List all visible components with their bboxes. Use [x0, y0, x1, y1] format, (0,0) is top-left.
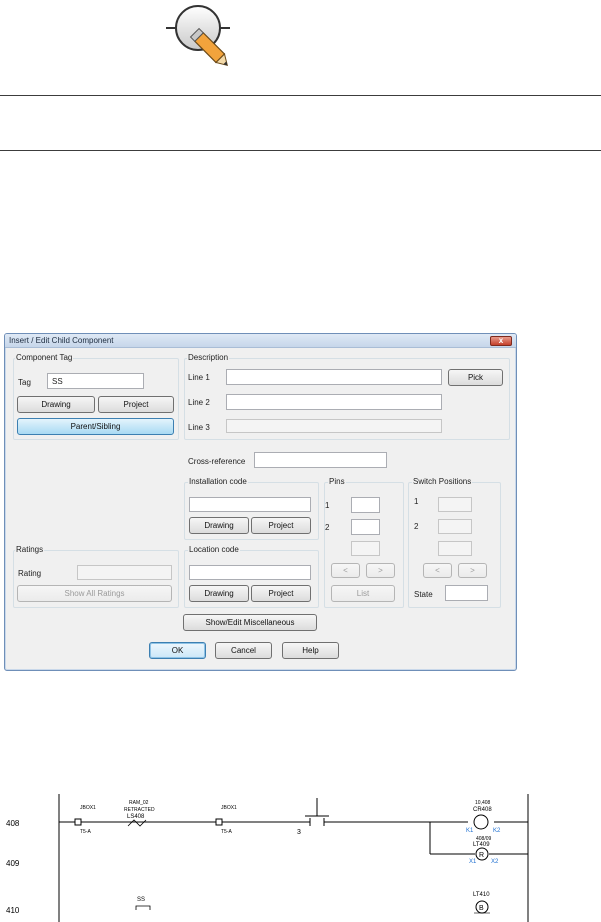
limit-switch-line1: RAM_02	[129, 800, 149, 806]
tag-project-button[interactable]: Project	[98, 396, 174, 413]
lamp410-tag: LT410	[473, 892, 490, 898]
terminal-2	[215, 818, 223, 826]
line2-input[interactable]	[226, 394, 442, 410]
wire-label-1: JBOX1	[80, 805, 96, 811]
close-button[interactable]: x	[490, 336, 512, 346]
lamp410-letter: B	[479, 905, 484, 912]
terminal-label-2: T5-A	[221, 829, 233, 835]
pins-group-label: Pins	[328, 477, 346, 486]
cancel-button[interactable]: Cancel	[215, 642, 272, 659]
line1-label: Line 1	[188, 373, 210, 382]
switch-pos3-input	[438, 541, 472, 556]
state-label: State	[414, 590, 433, 599]
location-code-input[interactable]	[189, 565, 311, 580]
ladder-schematic: 408 409 410 JBOX1 T5-A JBOX1 T5-A RAM_02…	[6, 794, 529, 922]
pins-prev-button[interactable]: <	[331, 563, 360, 578]
installation-drawing-button[interactable]: Drawing	[189, 517, 249, 534]
cross-reference-label: Cross-reference	[188, 457, 246, 466]
coil-pin-1: K1	[466, 828, 474, 834]
insert-edit-child-dialog: Insert / Edit Child Component x Componen…	[4, 333, 517, 671]
pin2-input[interactable]	[351, 519, 380, 535]
coil-pin-2: K2	[493, 828, 501, 834]
pin3-input	[351, 541, 380, 556]
rating-input	[77, 565, 172, 580]
rung-410-number: 410	[6, 906, 20, 915]
rung-408-number: 408	[6, 819, 20, 828]
rating-label: Rating	[18, 569, 42, 578]
ratings-group-label: Ratings	[15, 545, 45, 554]
limit-switch-symbol	[127, 819, 147, 827]
cross-reference-input[interactable]	[254, 452, 387, 468]
installation-code-input[interactable]	[189, 497, 311, 512]
switch-positions-group-label: Switch Positions	[412, 477, 473, 486]
coil-ref: 10,408	[475, 800, 491, 806]
switch-pos2-label: 2	[414, 522, 419, 531]
help-button[interactable]: Help	[282, 642, 339, 659]
rung-409-number: 409	[6, 859, 20, 868]
close-icon: x	[498, 336, 504, 345]
installation-code-label: Installation code	[188, 477, 248, 486]
tag-drawing-button[interactable]: Drawing	[17, 396, 95, 413]
switch-pos2-input	[438, 519, 472, 534]
dialog-title: Insert / Edit Child Component	[9, 336, 114, 345]
limit-switch-tag: LS408	[127, 814, 145, 820]
lamp409-pin-2: X2	[491, 859, 499, 865]
switch-pos1-label: 1	[414, 497, 419, 506]
terminal-1	[74, 818, 82, 826]
coil-tag: CR408	[473, 807, 492, 813]
ok-button[interactable]: OK	[149, 642, 206, 659]
show-edit-misc-button[interactable]: Show/Edit Miscellaneous	[183, 614, 317, 631]
pick-button[interactable]: Pick	[448, 369, 503, 386]
location-code-label: Location code	[188, 545, 240, 554]
lamp409-letter: R	[479, 852, 484, 859]
pin2-label: 2	[325, 523, 330, 532]
coil-symbol	[473, 814, 489, 830]
switch-pos1-input	[438, 497, 472, 512]
state-input[interactable]	[445, 585, 488, 601]
pin1-label: 1	[325, 501, 330, 510]
tag-input[interactable]: SS	[47, 373, 144, 389]
line1-input[interactable]	[226, 369, 442, 385]
divider-bottom	[0, 150, 601, 151]
selector-symbol	[135, 905, 151, 910]
lamp409-pin-1: X1	[469, 859, 477, 865]
component-tag-group-label: Component Tag	[15, 353, 74, 362]
edit-component-icon	[166, 5, 230, 67]
switch-prev-button[interactable]: <	[423, 563, 452, 578]
line3-input	[226, 419, 442, 433]
location-drawing-button[interactable]: Drawing	[189, 585, 249, 602]
limit-switch-line2: RETRACTED	[124, 807, 155, 813]
contact-number: 3	[297, 829, 301, 836]
selector-tag: SS	[137, 897, 145, 903]
parent-sibling-button[interactable]: Parent/Sibling	[17, 418, 174, 435]
pins-next-button[interactable]: >	[366, 563, 395, 578]
location-project-button[interactable]: Project	[251, 585, 311, 602]
line2-label: Line 2	[188, 398, 210, 407]
installation-project-button[interactable]: Project	[251, 517, 311, 534]
tag-label: Tag	[18, 378, 31, 387]
pins-list-button[interactable]: List	[331, 585, 395, 602]
lamp409-tag: LT409	[473, 842, 490, 848]
show-all-ratings-button[interactable]: Show All Ratings	[17, 585, 172, 602]
divider-top	[0, 95, 601, 96]
dialog-titlebar: Insert / Edit Child Component x	[5, 334, 516, 348]
switch-next-button[interactable]: >	[458, 563, 487, 578]
line3-label: Line 3	[188, 423, 210, 432]
description-group-label: Description	[187, 353, 230, 362]
pin1-input[interactable]	[351, 497, 380, 513]
wire-label-2: JBOX1	[221, 805, 237, 811]
terminal-label-1: T5-A	[80, 829, 92, 835]
